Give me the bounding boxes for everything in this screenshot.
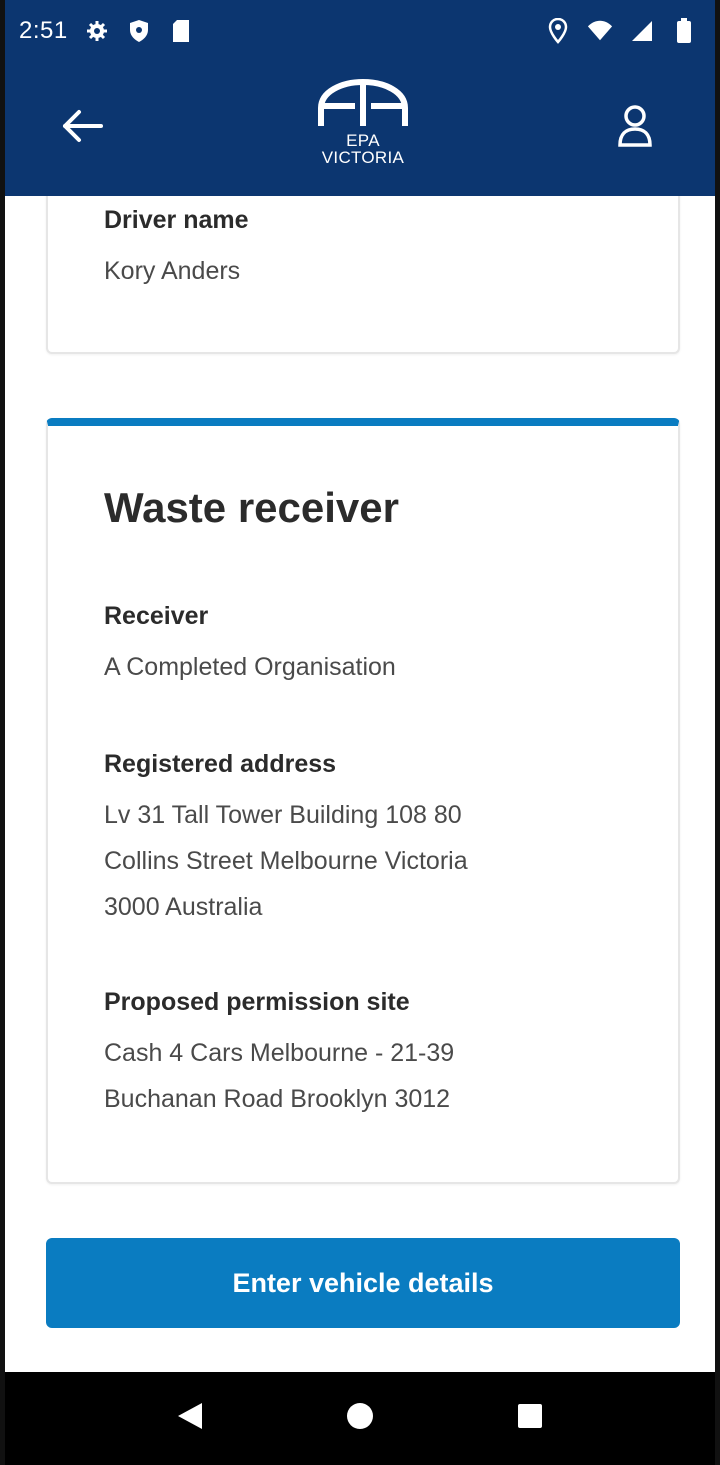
arrow-left-icon (61, 108, 105, 149)
back-button[interactable] (53, 98, 113, 158)
receiver-label: Receiver (104, 602, 209, 630)
driver-card: Driver name Kory Anders (46, 196, 680, 354)
nav-recents-button[interactable] (500, 1389, 560, 1449)
system-nav-bar (5, 1372, 715, 1465)
driver-name-label: Driver name (104, 206, 249, 234)
phone-screen: 2:51 EPA VICTORIA Driver name Kory Ander… (0, 0, 720, 1465)
user-icon (617, 104, 653, 153)
app-header: EPA VICTORIA (5, 62, 715, 196)
battery-icon (671, 18, 697, 44)
profile-button[interactable] (605, 98, 665, 158)
status-left: 2:51 (19, 17, 194, 45)
status-time: 2:51 (19, 17, 68, 44)
registered-address-label: Registered address (104, 750, 337, 778)
driver-name-value: Kory Anders (104, 257, 241, 285)
recents-square-icon (516, 1402, 544, 1435)
home-circle-icon (345, 1401, 375, 1436)
sd-card-icon (168, 18, 194, 44)
receiver-value: A Completed Organisation (104, 644, 624, 690)
site-line: Cash 4 Cars Melbourne - 21-39 (104, 1039, 455, 1067)
address-line: Collins Street Melbourne Victoria (104, 847, 468, 875)
permission-site-label: Proposed permission site (104, 988, 410, 1016)
logo-text-victoria: VICTORIA (321, 148, 405, 167)
shield-icon (126, 18, 152, 44)
card-title: Waste receiver (104, 484, 399, 531)
status-right (545, 18, 697, 44)
logo-text-epa: EPA (346, 131, 380, 150)
back-triangle-icon (176, 1401, 204, 1436)
status-bar: 2:51 (5, 0, 715, 62)
wifi-icon (587, 18, 613, 44)
enter-vehicle-details-button[interactable]: Enter vehicle details (46, 1238, 680, 1328)
signal-icon (629, 18, 655, 44)
epa-victoria-logo: EPA VICTORIA (313, 78, 413, 178)
waste-receiver-card: Waste receiver Receiver A Completed Orga… (46, 418, 680, 1184)
epa-logo-mark (318, 78, 408, 126)
location-icon (545, 18, 571, 44)
address-line: 3000 Australia (104, 893, 263, 921)
nav-back-button[interactable] (160, 1389, 220, 1449)
site-line: Buchanan Road Brooklyn 3012 (104, 1085, 451, 1113)
registered-address-value: Lv 31 Tall Tower Building 108 80 Collins… (104, 792, 624, 930)
permission-site-value: Cash 4 Cars Melbourne - 21-39 Buchanan R… (104, 1030, 624, 1122)
nav-home-button[interactable] (330, 1389, 390, 1449)
scroll-content[interactable]: Driver name Kory Anders Waste receiver R… (5, 196, 715, 1372)
address-line: Lv 31 Tall Tower Building 108 80 (104, 801, 462, 829)
gear-icon (84, 18, 110, 44)
receiver-value-line: A Completed Organisation (104, 653, 396, 681)
